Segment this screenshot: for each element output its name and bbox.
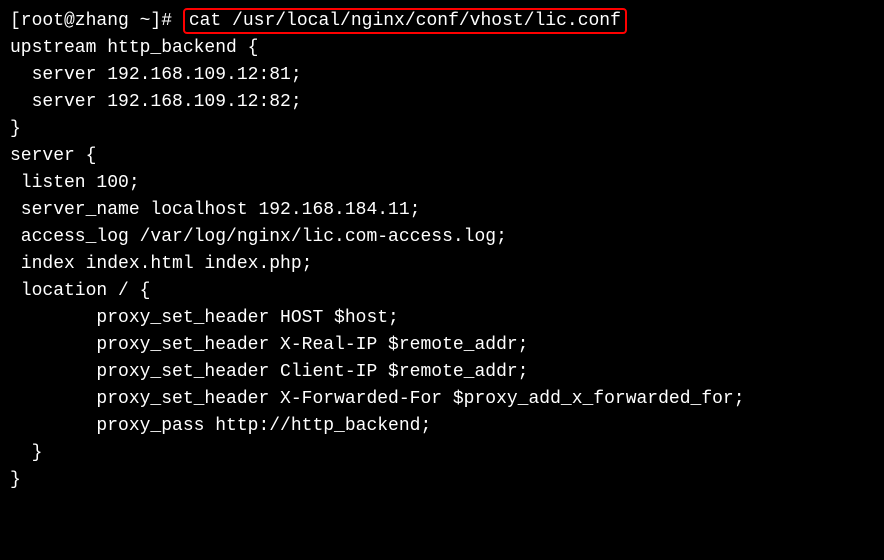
output-line: server { [10, 143, 874, 170]
output-line: proxy_set_header Client-IP $remote_addr; [10, 359, 874, 386]
output-line: proxy_set_header X-Forwarded-For $proxy_… [10, 386, 874, 413]
command-highlight: cat /usr/local/nginx/conf/vhost/lic.conf [183, 8, 627, 34]
output-line: proxy_set_header X-Real-IP $remote_addr; [10, 332, 874, 359]
command-text: cat /usr/local/nginx/conf/vhost/lic.conf [189, 11, 621, 31]
output-line: upstream http_backend { [10, 35, 874, 62]
output-line: listen 100; [10, 170, 874, 197]
output-line: server_name localhost 192.168.184.11; [10, 197, 874, 224]
output-line: server 192.168.109.12:82; [10, 89, 874, 116]
terminal-prompt-line[interactable]: [root@zhang ~]# cat /usr/local/nginx/con… [10, 8, 874, 35]
output-line: index index.html index.php; [10, 251, 874, 278]
output-line: } [10, 440, 874, 467]
output-line: } [10, 116, 874, 143]
output-line: proxy_pass http://http_backend; [10, 413, 874, 440]
output-line: server 192.168.109.12:81; [10, 62, 874, 89]
shell-prompt: [root@zhang ~]# [10, 11, 183, 31]
output-line: proxy_set_header HOST $host; [10, 305, 874, 332]
output-line: } [10, 467, 874, 494]
output-line: location / { [10, 278, 874, 305]
output-line: access_log /var/log/nginx/lic.com-access… [10, 224, 874, 251]
